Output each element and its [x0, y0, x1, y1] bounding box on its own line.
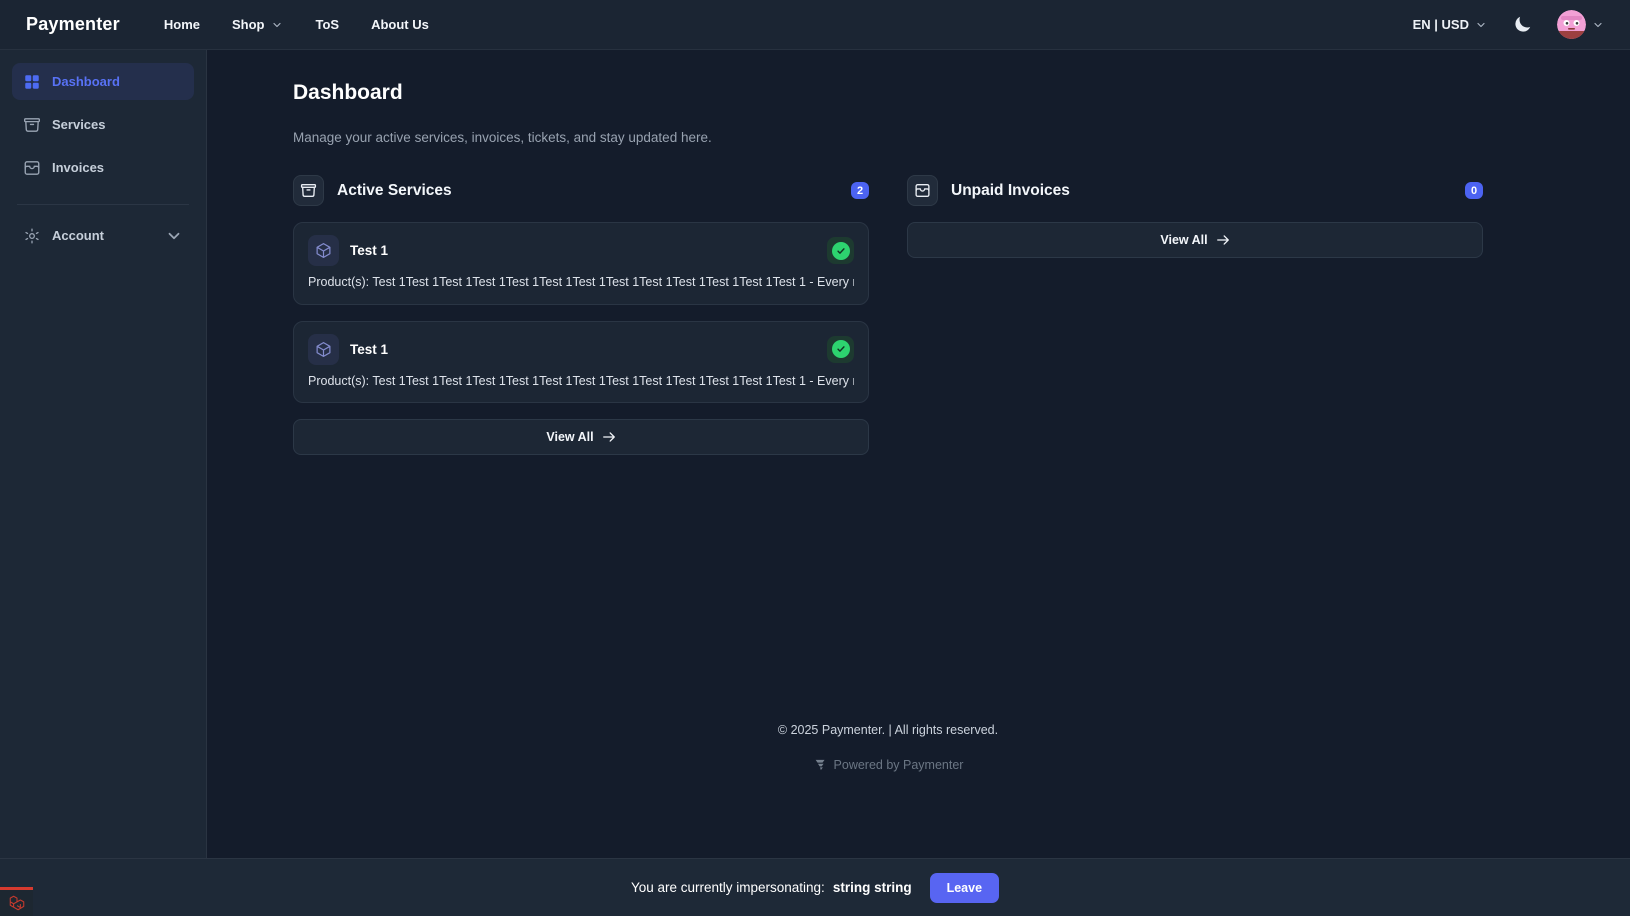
cube-icon — [308, 334, 339, 365]
arrow-right-icon — [1216, 233, 1230, 247]
service-card[interactable]: Test 1 Product(s): Test 1Test 1Test 1Tes… — [293, 321, 869, 404]
service-name: Test 1 — [350, 342, 388, 357]
unpaid-invoices-header: Unpaid Invoices 0 — [907, 175, 1483, 206]
nav-links: Home Shop ToS About Us — [164, 17, 429, 32]
wallet-icon — [23, 159, 41, 177]
dark-mode-toggle[interactable] — [1509, 12, 1535, 38]
sidebar-item-invoices[interactable]: Invoices — [12, 149, 194, 186]
impersonation-banner: You are currently impersonating: string … — [0, 858, 1630, 916]
moon-icon — [1513, 15, 1532, 34]
status-badge — [827, 237, 854, 264]
copyright-text: © 2025 Paymenter. | All rights reserved. — [293, 723, 1483, 737]
impersonation-message: You are currently impersonating: — [631, 880, 825, 895]
laravel-icon — [8, 894, 26, 912]
chevron-down-icon — [271, 19, 283, 31]
dashboard-columns: Active Services 2 Test 1 — [293, 175, 1483, 455]
wallet-icon — [907, 175, 938, 206]
status-badge — [827, 336, 854, 363]
paymenter-logo-icon — [813, 758, 827, 772]
service-description: Product(s): Test 1Test 1Test 1Test 1Test… — [308, 374, 854, 390]
unpaid-invoices-count-badge: 0 — [1465, 182, 1483, 199]
powered-by-link[interactable]: Powered by Paymenter — [293, 758, 1483, 772]
check-circle-icon — [832, 242, 850, 260]
unpaid-invoices-section: Unpaid Invoices 0 View All — [907, 175, 1483, 455]
app-window: Paymenter Home Shop ToS About Us EN | US… — [0, 0, 1630, 916]
sidebar-item-account[interactable]: Account — [12, 217, 194, 254]
active-services-header: Active Services 2 — [293, 175, 869, 206]
active-services-count-badge: 2 — [851, 182, 869, 199]
nav-link-about[interactable]: About Us — [371, 17, 429, 32]
nav-link-tos[interactable]: ToS — [315, 17, 339, 32]
cube-icon — [308, 235, 339, 266]
sidebar-divider — [17, 204, 189, 205]
page-subtitle: Manage your active services, invoices, t… — [293, 130, 1630, 145]
locale-currency-switcher[interactable]: EN | USD — [1413, 17, 1487, 32]
nav-link-home[interactable]: Home — [164, 17, 200, 32]
chevron-down-icon — [165, 227, 183, 245]
archive-box-icon — [23, 116, 41, 134]
section-title: Active Services — [337, 182, 452, 200]
brand-logo[interactable]: Paymenter — [26, 14, 120, 35]
main-area: Dashboard Manage your active services, i… — [207, 50, 1630, 858]
page-title: Dashboard — [293, 81, 1630, 105]
top-navbar: Paymenter Home Shop ToS About Us EN | US… — [0, 0, 1630, 50]
navbar-right: EN | USD — [1413, 10, 1604, 39]
section-title: Unpaid Invoices — [951, 182, 1070, 200]
avatar — [1557, 10, 1586, 39]
user-menu[interactable] — [1557, 10, 1604, 39]
service-description: Product(s): Test 1Test 1Test 1Test 1Test… — [308, 275, 854, 291]
impersonated-user: string string — [833, 880, 912, 895]
active-services-section: Active Services 2 Test 1 — [293, 175, 869, 455]
service-card[interactable]: Test 1 Product(s): Test 1Test 1Test 1Tes… — [293, 222, 869, 305]
sidebar: Dashboard Services Invoices Account — [0, 50, 207, 858]
leave-impersonation-button[interactable]: Leave — [930, 873, 999, 903]
view-all-invoices-button[interactable]: View All — [907, 222, 1483, 258]
main-content: Dashboard Manage your active services, i… — [207, 50, 1630, 723]
archive-box-icon — [293, 175, 324, 206]
check-circle-icon — [832, 340, 850, 358]
sidebar-item-services[interactable]: Services — [12, 106, 194, 143]
view-all-services-button[interactable]: View All — [293, 419, 869, 455]
service-name: Test 1 — [350, 243, 388, 258]
body-shell: Dashboard Services Invoices Account Dash… — [0, 50, 1630, 858]
footer: © 2025 Paymenter. | All rights reserved.… — [293, 723, 1483, 858]
chevron-down-icon — [1592, 19, 1604, 31]
grid-icon — [23, 73, 41, 91]
sidebar-item-dashboard[interactable]: Dashboard — [12, 63, 194, 100]
chevron-down-icon — [1475, 19, 1487, 31]
debugbar-toggle[interactable] — [0, 887, 33, 916]
arrow-right-icon — [602, 430, 616, 444]
gear-icon — [23, 227, 41, 245]
nav-link-shop[interactable]: Shop — [232, 17, 284, 32]
